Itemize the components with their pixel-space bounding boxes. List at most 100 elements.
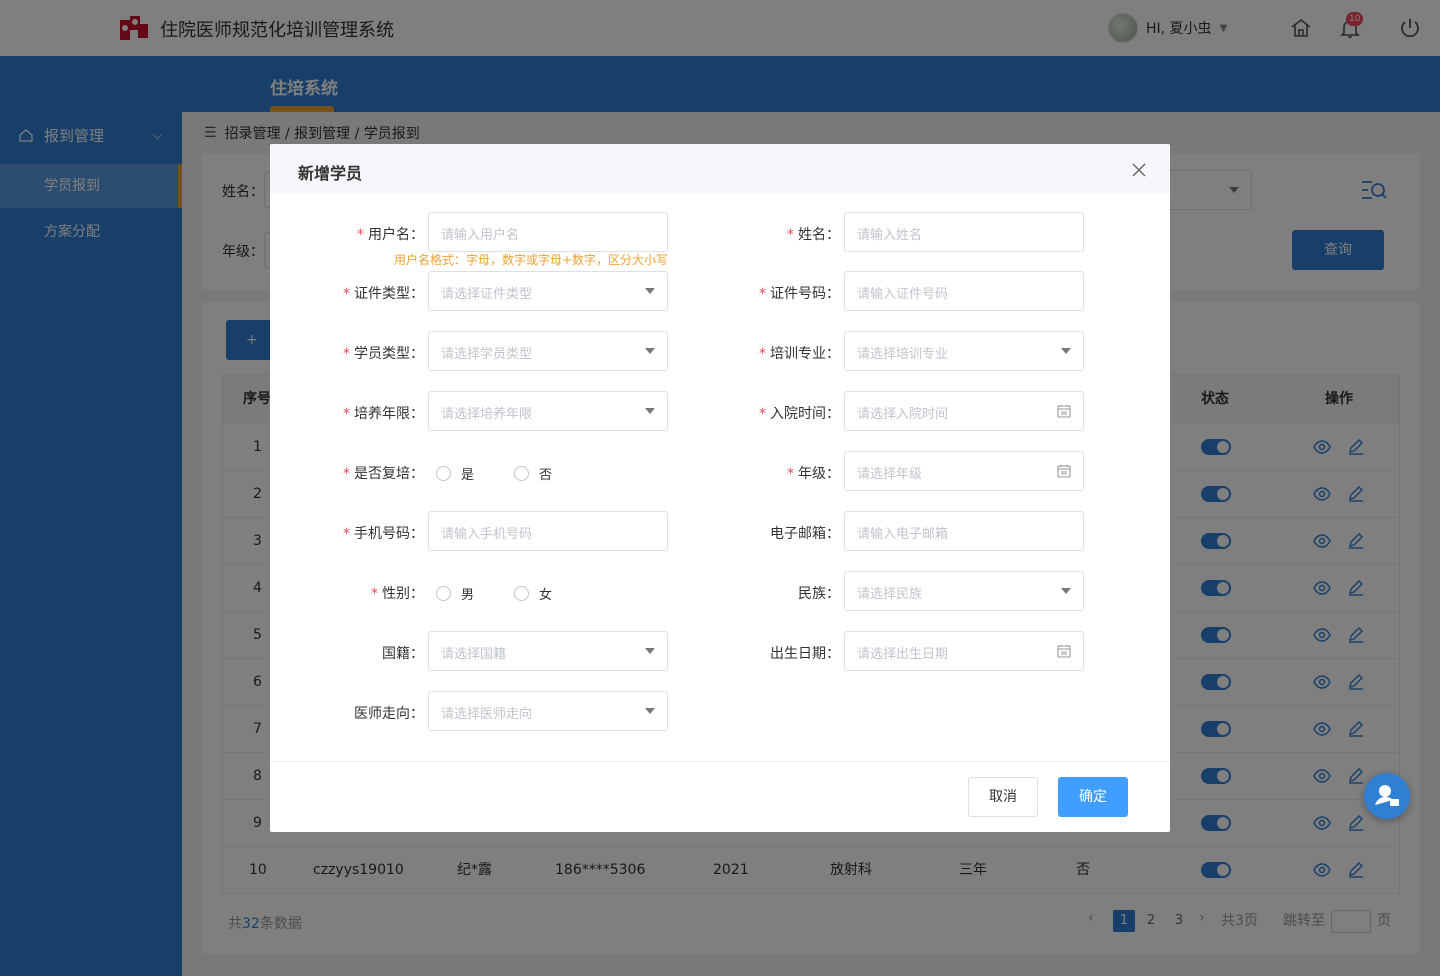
required-mark: * xyxy=(759,286,766,302)
caret-down-icon xyxy=(1061,348,1071,354)
required-mark: * xyxy=(371,586,378,602)
username-label: * 用户名： xyxy=(284,224,424,244)
ethnicity-label-text: 民族： xyxy=(798,586,840,602)
radio-circle-icon xyxy=(514,586,529,601)
radio-circle-icon xyxy=(514,466,529,481)
id-number-label: * 证件号码： xyxy=(700,283,840,303)
id-type-label: * 证件类型： xyxy=(284,283,424,303)
modal-footer-divider xyxy=(270,761,1170,762)
duration-label: * 培养年限： xyxy=(284,403,424,423)
career-select[interactable]: 请选择医师走向 xyxy=(428,691,668,731)
placeholder: 请选择培养年限 xyxy=(441,407,533,422)
placeholder: 请输入证件号码 xyxy=(857,287,949,302)
admission-date-date-picker[interactable]: 请选择入院时间 xyxy=(844,391,1084,431)
gender-radio-male[interactable]: 男 xyxy=(436,584,474,603)
caret-down-icon xyxy=(645,708,655,714)
required-mark: * xyxy=(343,346,350,362)
grade-label-text: 年级： xyxy=(798,466,840,482)
birth-date-label: 出生日期： xyxy=(700,643,840,663)
grade-label: * 年级： xyxy=(700,463,840,483)
placeholder: 请输入姓名 xyxy=(857,228,923,243)
placeholder: 请输入手机号码 xyxy=(441,527,533,542)
caret-down-icon xyxy=(645,408,655,414)
calendar-icon xyxy=(1057,465,1071,478)
required-mark: * xyxy=(343,286,350,302)
username-input[interactable]: 请输入用户名 xyxy=(428,212,668,252)
student-type-label: * 学员类型： xyxy=(284,343,424,363)
caret-down-icon xyxy=(645,648,655,654)
placeholder: 请输入电子邮箱 xyxy=(857,527,949,542)
required-mark: * xyxy=(343,526,350,542)
gender-label-text: 性别： xyxy=(382,586,424,602)
username-label-text: 用户名： xyxy=(368,227,424,243)
required-mark: * xyxy=(759,346,766,362)
email-input[interactable]: 请输入电子邮箱 xyxy=(844,511,1084,551)
admission-date-label-text: 入院时间： xyxy=(770,406,840,422)
caret-down-icon xyxy=(1061,588,1071,594)
modal-title: 新增学员 xyxy=(298,164,363,183)
gender-label: * 性别： xyxy=(284,583,424,603)
radio-label: 女 xyxy=(539,588,553,603)
retrain-label-text: 是否复培： xyxy=(354,466,424,482)
id-number-input[interactable]: 请输入证件号码 xyxy=(844,271,1084,311)
close-icon[interactable] xyxy=(1132,163,1146,177)
cancel-button[interactable]: 取消 xyxy=(968,777,1038,817)
career-label: 医师走向： xyxy=(284,703,424,723)
phone-label: * 手机号码： xyxy=(284,523,424,543)
retrain-radio-no[interactable]: 否 xyxy=(514,464,552,483)
career-label-text: 医师走向： xyxy=(354,706,424,722)
name-input[interactable]: 请输入姓名 xyxy=(844,212,1084,252)
birth-date-label-text: 出生日期： xyxy=(770,646,840,662)
duration-select[interactable]: 请选择培养年限 xyxy=(428,391,668,431)
calendar-icon xyxy=(1057,645,1071,658)
user-support-icon xyxy=(1375,785,1399,806)
username-format-hint: 用户名格式：字母，数字或字母+数字，区分大小写 xyxy=(394,253,669,267)
major-label: * 培训专业： xyxy=(700,343,840,363)
required-mark: * xyxy=(759,406,766,422)
major-select[interactable]: 请选择培训专业 xyxy=(844,331,1084,371)
nationality-label-text: 国籍： xyxy=(382,646,424,662)
id-type-select[interactable]: 请选择证件类型 xyxy=(428,271,668,311)
student-type-label-text: 学员类型： xyxy=(354,346,424,362)
confirm-button[interactable]: 确定 xyxy=(1058,777,1128,817)
gender-radio-female[interactable]: 女 xyxy=(514,584,552,603)
radio-label: 是 xyxy=(461,468,475,483)
nationality-label: 国籍： xyxy=(284,643,424,663)
customer-service-button[interactable] xyxy=(1364,773,1410,819)
ethnicity-label: 民族： xyxy=(700,583,840,603)
admission-date-label: * 入院时间： xyxy=(700,403,840,423)
required-mark: * xyxy=(357,227,364,243)
radio-circle-icon xyxy=(436,466,451,481)
ethnicity-select[interactable]: 请选择民族 xyxy=(844,571,1084,611)
placeholder: 请选择培训专业 xyxy=(857,347,949,362)
grade-date-picker[interactable]: 请选择年级 xyxy=(844,451,1084,491)
nationality-select[interactable]: 请选择国籍 xyxy=(428,631,668,671)
duration-label-text: 培养年限： xyxy=(354,406,424,422)
radio-label: 否 xyxy=(539,468,553,483)
placeholder: 请选择医师走向 xyxy=(441,707,533,722)
phone-input[interactable]: 请输入手机号码 xyxy=(428,511,668,551)
radio-label: 男 xyxy=(461,588,475,603)
retrain-radio-yes[interactable]: 是 xyxy=(436,464,474,483)
required-mark: * xyxy=(787,466,794,482)
modal-header: 新增学员 xyxy=(270,144,1170,194)
required-mark: * xyxy=(343,406,350,422)
phone-label-text: 手机号码： xyxy=(354,526,424,542)
email-label: 电子邮箱： xyxy=(700,523,840,543)
major-label-text: 培训专业： xyxy=(770,346,840,362)
required-mark: * xyxy=(343,466,350,482)
placeholder: 请选择民族 xyxy=(857,587,923,602)
id-number-label-text: 证件号码： xyxy=(770,286,840,302)
name-label: * 姓名： xyxy=(700,224,840,244)
placeholder: 请选择年级 xyxy=(857,467,923,482)
student-type-select[interactable]: 请选择学员类型 xyxy=(428,331,668,371)
name-label-text: 姓名： xyxy=(798,227,840,243)
radio-circle-icon xyxy=(436,586,451,601)
placeholder: 请选择出生日期 xyxy=(857,647,949,662)
birth-date-date-picker[interactable]: 请选择出生日期 xyxy=(844,631,1084,671)
required-mark: * xyxy=(787,227,794,243)
calendar-icon xyxy=(1057,405,1071,418)
placeholder: 请输入用户名 xyxy=(441,228,520,243)
placeholder: 请选择国籍 xyxy=(441,647,507,662)
retrain-label: * 是否复培： xyxy=(284,463,424,483)
